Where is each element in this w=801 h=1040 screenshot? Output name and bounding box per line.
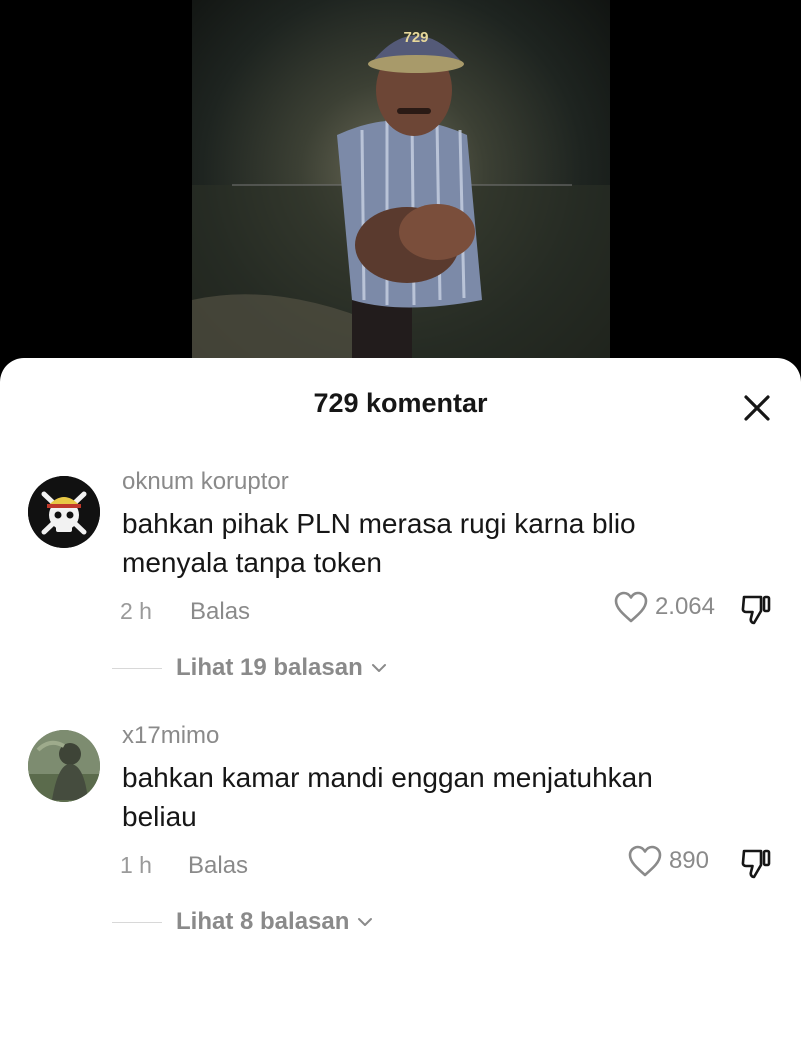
divider <box>112 921 162 923</box>
thumbs-down-icon <box>741 849 771 879</box>
comment-text: bahkan pihak PLN merasa rugi karna blio … <box>122 504 722 582</box>
view-replies-label: Lihat 8 balasan <box>176 908 350 935</box>
comment-username[interactable]: oknum koruptor <box>122 468 289 496</box>
video-scene: 729 <box>192 29 610 380</box>
heart-icon <box>614 591 648 623</box>
video-frame: 729 <box>192 0 610 380</box>
comment-text: bahkan kamar mandi enggan menjatuhkan be… <box>122 758 722 836</box>
like-count: 890 <box>668 847 709 874</box>
chevron-down-icon <box>358 918 373 926</box>
avatar-image <box>28 730 100 802</box>
comment-time: 1 h <box>120 852 152 878</box>
dislike-button[interactable] <box>739 592 773 626</box>
cap-text: 729 <box>403 29 428 46</box>
like-button[interactable]: 2.064 <box>613 590 715 624</box>
comment-sheet: 729 komentar oknum koruptor bahkan pihak… <box>0 358 801 1040</box>
video-player[interactable]: 729 <box>0 0 801 380</box>
comment-text-line: beliau <box>122 801 197 832</box>
like-button[interactable]: 890 <box>627 844 709 878</box>
avatar[interactable] <box>28 476 100 548</box>
view-replies-label: Lihat 19 balasan <box>176 654 363 681</box>
thumbs-down-icon <box>741 595 771 625</box>
comment-username[interactable]: x17mimo <box>122 722 219 750</box>
reply-button[interactable]: Balas <box>190 598 250 626</box>
heart-icon <box>628 845 662 877</box>
like-count: 2.064 <box>654 593 715 620</box>
reply-button[interactable]: Balas <box>188 852 248 880</box>
comment-time: 2 h <box>120 598 152 624</box>
chevron-down-icon <box>371 664 386 672</box>
avatar[interactable] <box>28 730 100 802</box>
comment-text-line: menyala tanpa token <box>122 547 382 578</box>
skull-icon <box>28 476 100 548</box>
comment-text-line: bahkan pihak PLN merasa rugi karna blio <box>122 508 636 539</box>
comments-title: 729 komentar <box>313 388 488 418</box>
dislike-button[interactable] <box>739 846 773 880</box>
close-button[interactable] <box>741 392 773 424</box>
view-replies-button[interactable]: Lihat 19 balasan <box>112 654 387 682</box>
close-icon <box>744 395 770 421</box>
divider <box>112 667 162 669</box>
view-replies-button[interactable]: Lihat 8 balasan <box>112 908 373 936</box>
comment-text-line: bahkan kamar mandi enggan menjatuhkan <box>122 762 653 793</box>
